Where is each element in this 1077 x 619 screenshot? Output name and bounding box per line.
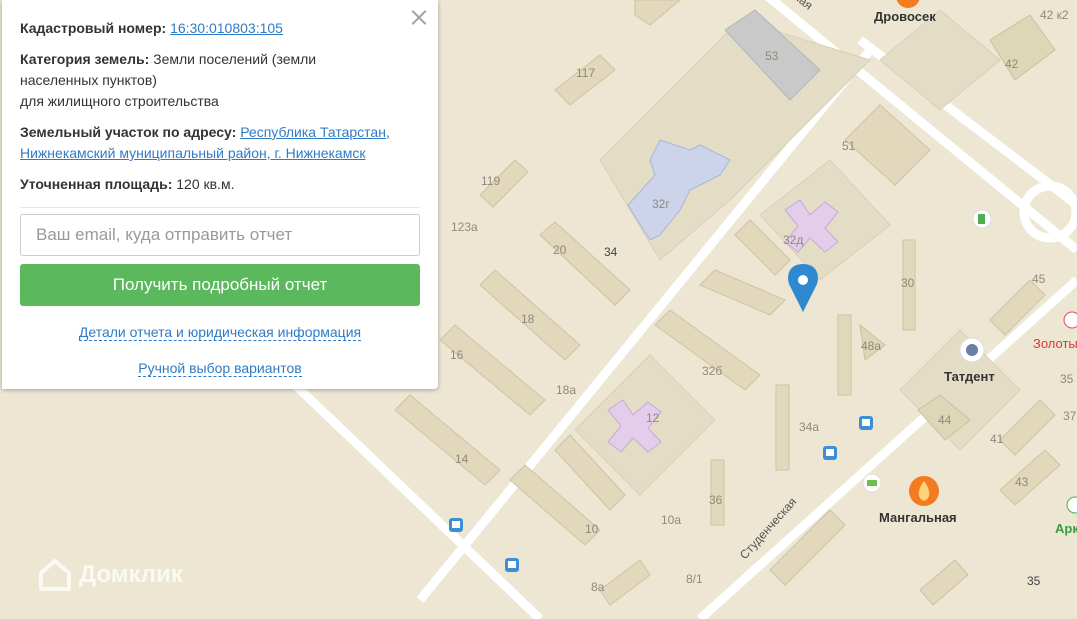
house-45: 45 (1032, 272, 1046, 286)
house-10a: 10а (661, 513, 681, 527)
house-123a: 123а (451, 220, 478, 234)
category-row: Категория земель: Земли поселений (земли… (20, 49, 420, 112)
jewelry-icon[interactable] (1063, 311, 1077, 329)
domclick-logo: Домклик (37, 557, 183, 593)
house-8a: 8а (591, 580, 605, 594)
house-20: 20 (553, 243, 567, 257)
house-logo-icon (39, 559, 71, 591)
area-label: Уточненная площадь: (20, 176, 173, 192)
house-35: 35 (1027, 574, 1041, 588)
place-ark[interactable]: Арк (1055, 521, 1077, 536)
house-34: 34 (604, 245, 618, 259)
cadastral-number-link[interactable]: 16:30:010803:105 (170, 20, 283, 36)
house-30: 30 (901, 276, 915, 290)
house-42: 42 (1005, 57, 1019, 71)
house-37: 37 (1063, 409, 1077, 423)
house-18a: 18а (556, 383, 576, 397)
food-icon[interactable] (909, 476, 939, 506)
house-32b: 32б (702, 364, 722, 378)
house-18: 18 (521, 312, 535, 326)
cadastral-row: Кадастровый номер: 16:30:010803:105 (20, 18, 420, 39)
place-zoloto[interactable]: Золоты (1033, 336, 1077, 351)
house-53: 53 (765, 49, 779, 63)
category-value-3: для жилищного строительства (20, 93, 219, 109)
house-48a: 48а (861, 339, 881, 353)
close-icon[interactable] (410, 8, 428, 26)
get-report-button[interactable]: Получить подробный отчет (20, 264, 420, 306)
address-row: Земельный участок по адресу: Республика … (20, 122, 420, 164)
house-117: 117 (576, 66, 595, 80)
email-input[interactable]: Ваш email, куда отправить отчет (20, 214, 420, 256)
details-link-wrap: Детали отчета и юридическая информация (20, 322, 420, 343)
house-10: 10 (585, 522, 599, 536)
house-44: 44 (938, 413, 952, 427)
house-32d: 32д (783, 233, 803, 247)
place-mangalnaya[interactable]: Мангальная (879, 510, 957, 525)
house-36: 36 (709, 493, 723, 507)
address-link-1[interactable]: Республика Татарстан, (240, 124, 390, 140)
tatdent-icon[interactable] (959, 337, 985, 363)
house-8-1: 8/1 (686, 572, 703, 586)
logo-text: Домклик (79, 561, 183, 588)
address-link-2[interactable]: Нижнекамский муниципальный район, г. Ниж… (20, 145, 365, 161)
house-41: 41 (990, 432, 1004, 446)
cadastral-label: Кадастровый номер: (20, 20, 167, 36)
house-35-top: 35 (1060, 372, 1074, 386)
house-16: 16 (450, 348, 464, 362)
area-value: 120 кв.м. (176, 176, 235, 192)
details-link[interactable]: Детали отчета и юридическая информация (78, 324, 362, 341)
gas-station-icon[interactable] (972, 209, 992, 229)
house-119: 119 (481, 174, 500, 188)
place-tatdent[interactable]: Татдент (944, 369, 995, 384)
house-34a: 34а (799, 420, 819, 434)
place-drovosek[interactable]: Дровосек (874, 9, 936, 24)
cadastral-info-panel: Кадастровый номер: 16:30:010803:105 Кате… (2, 0, 438, 389)
category-value-1: Земли поселений (земли (153, 51, 317, 67)
house-14: 14 (455, 452, 469, 466)
house-42k2: 42 к2 (1040, 8, 1069, 22)
divider (20, 207, 420, 208)
manual-selection-link[interactable]: Ручной выбор вариантов (138, 360, 302, 377)
house-51: 51 (842, 139, 856, 153)
house-43: 43 (1015, 475, 1029, 489)
category-label: Категория земель: (20, 51, 150, 67)
shop-icon[interactable] (862, 473, 882, 493)
house-12: 12 (646, 411, 660, 425)
manual-link-wrap: Ручной выбор вариантов (20, 358, 420, 379)
area-row: Уточненная площадь: 120 кв.м. (20, 174, 420, 195)
house-32g: 32г (652, 197, 670, 211)
address-label: Земельный участок по адресу: (20, 124, 237, 140)
category-value-2: населенных пунктов) (20, 72, 157, 88)
